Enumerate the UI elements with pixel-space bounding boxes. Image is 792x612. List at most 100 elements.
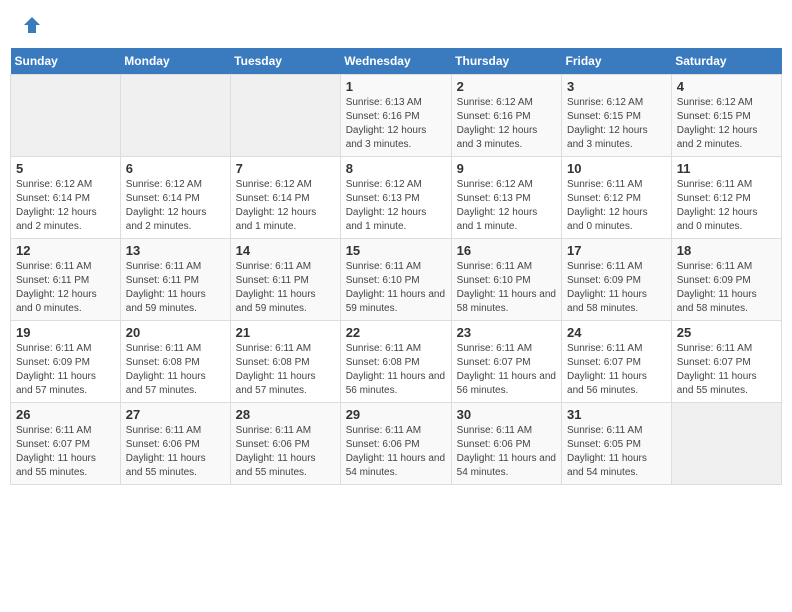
day-number: 24: [567, 325, 666, 340]
day-number: 30: [457, 407, 556, 422]
day-number: 20: [126, 325, 225, 340]
cell-week2-day0: 5 Sunrise: 6:12 AM Sunset: 6:14 PM Daylig…: [11, 157, 121, 239]
cell-week5-day4: 30 Sunrise: 6:11 AM Sunset: 6:06 PM Dayli…: [451, 403, 561, 485]
day-info: Sunrise: 6:12 AM Sunset: 6:14 PM Dayligh…: [16, 178, 115, 234]
day-number: 31: [567, 407, 666, 422]
cell-week5-day1: 27 Sunrise: 6:11 AM Sunset: 6:06 PM Dayli…: [120, 403, 230, 485]
day-number: 27: [126, 407, 225, 422]
day-info: Sunrise: 6:11 AM Sunset: 6:09 PM Dayligh…: [16, 342, 115, 398]
day-info: Sunrise: 6:11 AM Sunset: 6:08 PM Dayligh…: [126, 342, 225, 398]
week-row-2: 5 Sunrise: 6:12 AM Sunset: 6:14 PM Daylig…: [11, 157, 782, 239]
cell-week2-day4: 9Sunrise: 6:12 AM Sunset: 6:13 PM Daylig…: [451, 157, 561, 239]
cell-week3-day6: 18 Sunrise: 6:11 AM Sunset: 6:09 PM Dayli…: [671, 239, 781, 321]
cell-week4-day5: 24 Sunrise: 6:11 AM Sunset: 6:07 PM Dayli…: [562, 321, 672, 403]
cell-week1-day1: [120, 75, 230, 157]
cell-week4-day4: 23 Sunrise: 6:11 AM Sunset: 6:07 PM Dayli…: [451, 321, 561, 403]
day-info: Sunrise: 6:11 AM Sunset: 6:11 PM Dayligh…: [236, 260, 335, 316]
cell-week2-day3: 8 Sunrise: 6:12 AM Sunset: 6:13 PM Daylig…: [340, 157, 451, 239]
cell-week1-day2: [230, 75, 340, 157]
week-row-4: 19 Sunrise: 6:11 AM Sunset: 6:09 PM Dayli…: [11, 321, 782, 403]
cell-week2-day1: 6 Sunrise: 6:12 AM Sunset: 6:14 PM Daylig…: [120, 157, 230, 239]
day-number: 29: [346, 407, 446, 422]
cell-week1-day5: 3 Sunrise: 6:12 AM Sunset: 6:15 PM Daylig…: [562, 75, 672, 157]
day-info: Sunrise: 6:11 AM Sunset: 6:08 PM Dayligh…: [236, 342, 335, 398]
week-row-1: 1 Sunrise: 6:13 AM Sunset: 6:16 PM Daylig…: [11, 75, 782, 157]
cell-week3-day1: 13 Sunrise: 6:11 AM Sunset: 6:11 PM Dayli…: [120, 239, 230, 321]
day-number: 2: [457, 79, 556, 94]
day-number: 3: [567, 79, 666, 94]
page-header: [10, 10, 782, 40]
day-number: 26: [16, 407, 115, 422]
header-sunday: Sunday: [11, 48, 121, 75]
header-tuesday: Tuesday: [230, 48, 340, 75]
day-info: Sunrise: 6:11 AM Sunset: 6:07 PM Dayligh…: [567, 342, 666, 398]
day-number: 14: [236, 243, 335, 258]
cell-week4-day6: 25 Sunrise: 6:11 AM Sunset: 6:07 PM Dayli…: [671, 321, 781, 403]
day-info: Sunrise: 6:11 AM Sunset: 6:07 PM Dayligh…: [16, 424, 115, 480]
day-info: Sunrise: 6:11 AM Sunset: 6:11 PM Dayligh…: [16, 260, 115, 316]
day-info: Sunrise: 6:11 AM Sunset: 6:07 PM Dayligh…: [457, 342, 556, 398]
day-info: Sunrise: 6:12 AM Sunset: 6:14 PM Dayligh…: [236, 178, 335, 234]
day-number: 19: [16, 325, 115, 340]
day-info: Sunrise: 6:11 AM Sunset: 6:06 PM Dayligh…: [236, 424, 335, 480]
day-info: Sunrise: 6:12 AM Sunset: 6:13 PM Dayligh…: [346, 178, 446, 234]
day-info: Sunrise: 6:11 AM Sunset: 6:09 PM Dayligh…: [567, 260, 666, 316]
day-number: 16: [457, 243, 556, 258]
cell-week2-day5: 10Sunrise: 6:11 AM Sunset: 6:12 PM Dayli…: [562, 157, 672, 239]
day-info: Sunrise: 6:11 AM Sunset: 6:08 PM Dayligh…: [346, 342, 446, 398]
header-friday: Friday: [562, 48, 672, 75]
cell-week3-day4: 16 Sunrise: 6:11 AM Sunset: 6:10 PM Dayli…: [451, 239, 561, 321]
day-info: Sunrise: 6:11 AM Sunset: 6:05 PM Dayligh…: [567, 424, 666, 480]
week-row-5: 26 Sunrise: 6:11 AM Sunset: 6:07 PM Dayli…: [11, 403, 782, 485]
day-info: Sunrise: 6:11 AM Sunset: 6:12 PM Dayligh…: [567, 178, 666, 234]
day-info: Sunrise: 6:11 AM Sunset: 6:07 PM Dayligh…: [677, 342, 776, 398]
day-info: Sunrise: 6:12 AM Sunset: 6:15 PM Dayligh…: [567, 96, 666, 152]
day-number: 4: [677, 79, 776, 94]
day-info: Sunrise: 6:11 AM Sunset: 6:10 PM Dayligh…: [457, 260, 556, 316]
day-number: 25: [677, 325, 776, 340]
day-number: 21: [236, 325, 335, 340]
cell-week2-day2: 7 Sunrise: 6:12 AM Sunset: 6:14 PM Daylig…: [230, 157, 340, 239]
day-info: Sunrise: 6:11 AM Sunset: 6:12 PM Dayligh…: [677, 178, 776, 234]
day-info: Sunrise: 6:11 AM Sunset: 6:06 PM Dayligh…: [126, 424, 225, 480]
day-info: Sunrise: 6:11 AM Sunset: 6:06 PM Dayligh…: [346, 424, 446, 480]
day-info: Sunrise: 6:12 AM Sunset: 6:13 PM Dayligh…: [457, 178, 556, 234]
cell-week4-day2: 21 Sunrise: 6:11 AM Sunset: 6:08 PM Dayli…: [230, 321, 340, 403]
calendar-table: SundayMondayTuesdayWednesdayThursdayFrid…: [10, 48, 782, 485]
day-number: 15: [346, 243, 446, 258]
cell-week1-day4: 2Sunrise: 6:12 AM Sunset: 6:16 PM Daylig…: [451, 75, 561, 157]
day-number: 1: [346, 79, 446, 94]
cell-week1-day6: 4 Sunrise: 6:12 AM Sunset: 6:15 PM Daylig…: [671, 75, 781, 157]
cell-week3-day5: 17 Sunrise: 6:11 AM Sunset: 6:09 PM Dayli…: [562, 239, 672, 321]
day-number: 6: [126, 161, 225, 176]
day-info: Sunrise: 6:11 AM Sunset: 6:11 PM Dayligh…: [126, 260, 225, 316]
day-number: 22: [346, 325, 446, 340]
header-monday: Monday: [120, 48, 230, 75]
logo: [20, 15, 42, 35]
cell-week4-day3: 22 Sunrise: 6:11 AM Sunset: 6:08 PM Dayli…: [340, 321, 451, 403]
cell-week5-day0: 26 Sunrise: 6:11 AM Sunset: 6:07 PM Dayli…: [11, 403, 121, 485]
day-number: 18: [677, 243, 776, 258]
day-number: 7: [236, 161, 335, 176]
cell-week3-day2: 14 Sunrise: 6:11 AM Sunset: 6:11 PM Dayli…: [230, 239, 340, 321]
header-wednesday: Wednesday: [340, 48, 451, 75]
day-info: Sunrise: 6:12 AM Sunset: 6:15 PM Dayligh…: [677, 96, 776, 152]
day-number: 17: [567, 243, 666, 258]
day-number: 5: [16, 161, 115, 176]
cell-week5-day6: [671, 403, 781, 485]
cell-week3-day3: 15Sunrise: 6:11 AM Sunset: 6:10 PM Dayli…: [340, 239, 451, 321]
day-info: Sunrise: 6:11 AM Sunset: 6:09 PM Dayligh…: [677, 260, 776, 316]
day-number: 23: [457, 325, 556, 340]
day-info: Sunrise: 6:12 AM Sunset: 6:14 PM Dayligh…: [126, 178, 225, 234]
logo-icon: [22, 15, 42, 35]
header-saturday: Saturday: [671, 48, 781, 75]
cell-week4-day0: 19 Sunrise: 6:11 AM Sunset: 6:09 PM Dayli…: [11, 321, 121, 403]
cell-week1-day0: [11, 75, 121, 157]
day-number: 13: [126, 243, 225, 258]
day-info: Sunrise: 6:13 AM Sunset: 6:16 PM Dayligh…: [346, 96, 446, 152]
day-number: 12: [16, 243, 115, 258]
cell-week1-day3: 1 Sunrise: 6:13 AM Sunset: 6:16 PM Daylig…: [340, 75, 451, 157]
day-number: 8: [346, 161, 446, 176]
day-info: Sunrise: 6:11 AM Sunset: 6:06 PM Dayligh…: [457, 424, 556, 480]
calendar-header-row: SundayMondayTuesdayWednesdayThursdayFrid…: [11, 48, 782, 75]
